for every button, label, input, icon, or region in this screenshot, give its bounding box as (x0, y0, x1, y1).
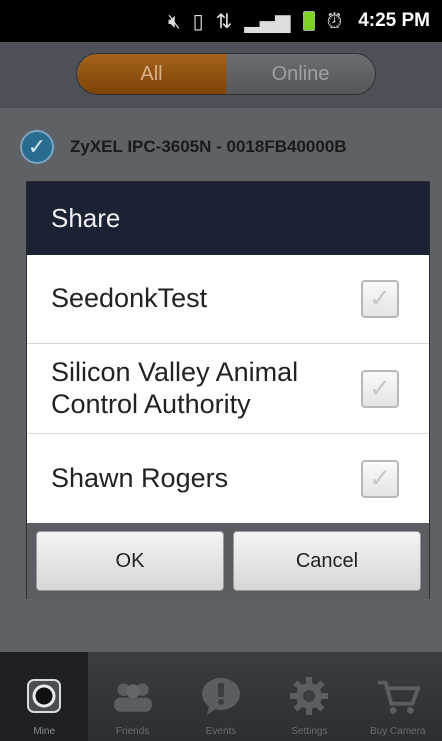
nav-label: Events (205, 726, 237, 737)
vibrate-icon: ▯ (192, 9, 204, 33)
nav-item-buy-camera[interactable]: Buy Camera (354, 652, 442, 741)
nav-item-friends[interactable]: Friends (88, 652, 176, 741)
share-item-silicon-valley[interactable]: Silicon Valley Animal Control Authority … (27, 344, 429, 434)
nav-label: Friends (115, 726, 150, 737)
segment-all[interactable]: All (77, 54, 226, 94)
cancel-button[interactable]: Cancel (233, 531, 421, 591)
bottom-nav: Mine Friends Events Settings Buy Camera (0, 652, 442, 741)
share-item-label: Silicon Valley Animal Control Authority (51, 356, 299, 419)
share-list: SeedonkTest ✓ Silicon Valley Animal Cont… (27, 255, 429, 523)
nav-label: Buy Camera (370, 726, 426, 737)
friends-icon (111, 674, 155, 718)
segment-online[interactable]: Online (226, 54, 375, 94)
device-name: ZyXEL IPC-3605N - 0018FB40000B (70, 137, 347, 156)
events-icon (199, 674, 243, 718)
status-time: 4:25 PM (358, 10, 430, 31)
share-dialog: Share SeedonkTest ✓ Silicon Valley Anima… (26, 181, 430, 599)
share-item-seedonktest[interactable]: SeedonkTest ✓ (27, 255, 429, 344)
ok-button[interactable]: OK (36, 531, 224, 591)
dialog-buttons: OK Cancel (27, 523, 429, 599)
device-row[interactable]: ✓ ZyXEL IPC-3605N - 0018FB40000B (0, 120, 442, 174)
check-circle-icon[interactable]: ✓ (20, 130, 54, 164)
checkbox-icon[interactable]: ✓ (361, 369, 399, 408)
dialog-title: Share (51, 203, 121, 233)
share-item-label: Shawn Rogers (51, 462, 229, 493)
data-icon: ⇅ (215, 9, 233, 33)
nav-item-events[interactable]: Events (177, 652, 265, 741)
share-item-shawn-rogers[interactable]: Shawn Rogers ✓ (27, 434, 429, 523)
status-bar: 🔇︎ ▯ ⇅ ▂▄▆ ⏰︎ 4:25 PM (0, 0, 442, 42)
filter-bar: All Online (0, 42, 442, 108)
dialog-header: Share (27, 182, 429, 255)
nav-label: Settings (291, 726, 328, 737)
gear-icon (287, 674, 331, 718)
segmented-control: All Online (76, 53, 376, 95)
signal-icon: ▂▄▆ (244, 9, 291, 33)
mute-icon: 🔇︎ (168, 9, 181, 33)
nav-item-mine[interactable]: Mine (0, 652, 89, 741)
nav-item-settings[interactable]: Settings (265, 652, 353, 741)
checkbox-icon[interactable]: ✓ (361, 280, 399, 318)
cart-icon (376, 674, 420, 718)
checkbox-icon[interactable]: ✓ (361, 459, 399, 498)
camera-icon (22, 674, 66, 718)
nav-label: Mine (33, 726, 56, 737)
alarm-icon: ⏰︎ (326, 9, 343, 33)
share-item-label: SeedonkTest (51, 283, 208, 314)
battery-icon (302, 11, 315, 31)
